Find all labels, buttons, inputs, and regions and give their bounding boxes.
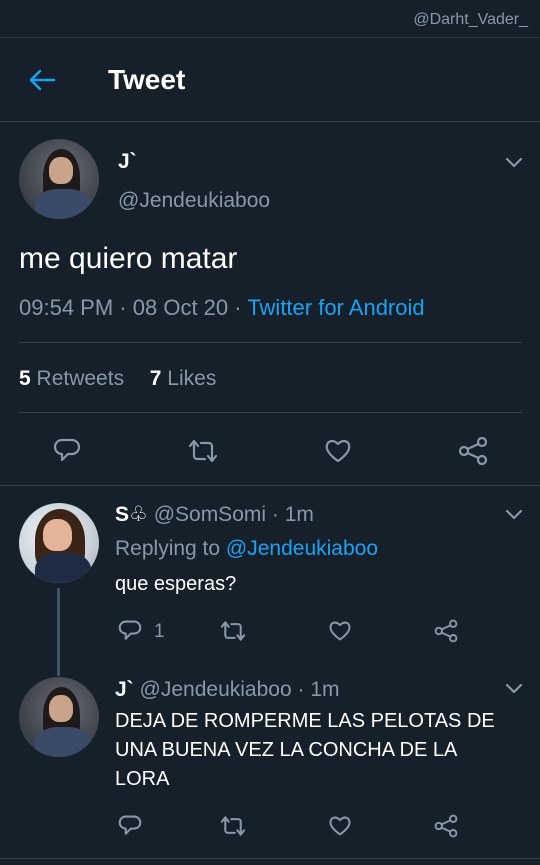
author-handle[interactable]: @Jendeukiaboo	[118, 189, 270, 213]
chevron-down-icon[interactable]	[505, 683, 523, 695]
tweet-source[interactable]: Twitter for Android	[247, 295, 424, 320]
watermark: @Darht_Vader_	[413, 11, 528, 28]
retweet-button[interactable]	[218, 812, 248, 840]
author-handle[interactable]: @Jendeukiaboo	[140, 678, 292, 701]
avatar[interactable]	[19, 677, 99, 757]
like-button[interactable]	[326, 617, 354, 645]
share-icon	[434, 619, 458, 643]
replying-to-handle[interactable]: @Jendeukiaboo	[226, 537, 378, 560]
divider	[0, 858, 540, 859]
reply-header: J` @Jendeukiaboo · 1m	[115, 678, 340, 702]
reply-button[interactable]	[116, 617, 144, 645]
reply-time: 1m	[284, 503, 314, 526]
author-name[interactable]: J`	[118, 150, 137, 174]
likes-stat[interactable]: 7 Likes	[150, 367, 217, 390]
tweet-actions	[0, 430, 540, 470]
author-name[interactable]: S♧	[115, 503, 148, 526]
share-icon	[458, 437, 488, 465]
divider	[19, 412, 522, 413]
meta-separator: ·	[297, 678, 305, 701]
reply-text-line: UNA BUENA VEZ LA CONCHA DE LA	[115, 739, 458, 761]
chevron-down-icon[interactable]	[505, 509, 523, 521]
reply-count: 1	[154, 621, 165, 642]
reply-tweet[interactable]: J` @Jendeukiaboo · 1m DEJA DE ROMPERME L…	[0, 662, 540, 858]
retweet-icon	[220, 621, 246, 641]
tweet-detail-screen: @Darht_Vader_ Tweet J` @Jendeukiaboo me …	[0, 0, 540, 865]
back-arrow-icon	[29, 69, 56, 91]
retweet-button[interactable]	[186, 434, 220, 468]
reply-button[interactable]	[116, 812, 144, 840]
retweets-stat[interactable]: 5 Retweets	[19, 367, 124, 390]
like-icon	[329, 621, 351, 641]
reply-text-line: DEJA DE ROMPERME LAS PELOTAS DE	[115, 710, 495, 732]
retweet-button[interactable]	[218, 617, 248, 645]
watermark-bar: @Darht_Vader_	[0, 0, 540, 38]
reply-icon	[53, 438, 81, 462]
reply-header: S♧ @SomSomi · 1m	[115, 502, 314, 527]
header: Tweet	[0, 38, 540, 122]
share-button[interactable]	[432, 812, 460, 840]
share-icon	[434, 814, 458, 838]
avatar[interactable]	[19, 139, 99, 219]
replying-to: Replying to @Jendeukiaboo	[115, 537, 379, 560]
reply-tweet[interactable]: S♧ @SomSomi · 1m Replying to @Jendeukiab…	[0, 486, 540, 662]
reply-time: 1m	[310, 678, 340, 701]
meta-separator: ·	[271, 503, 279, 526]
retweet-icon	[220, 816, 246, 836]
reply-button[interactable]	[50, 434, 84, 468]
main-tweet: J` @Jendeukiaboo me quiero matar 09:54 P…	[0, 122, 540, 486]
reply-text-line: LORA	[115, 768, 170, 790]
page-title: Tweet	[108, 64, 186, 95]
share-button[interactable]	[456, 434, 490, 468]
author-handle[interactable]: @SomSomi	[154, 503, 266, 526]
share-button[interactable]	[432, 617, 460, 645]
reply-text: DEJA DE ROMPERME LAS PELOTAS DE UNA BUEN…	[115, 707, 495, 794]
meta-separator: ·	[234, 295, 242, 320]
retweet-icon	[188, 439, 218, 463]
like-icon	[329, 816, 351, 836]
meta-separator: ·	[119, 295, 127, 320]
reply-icon	[118, 620, 142, 640]
reply-icon	[118, 815, 142, 835]
back-button[interactable]	[26, 66, 58, 94]
reply-text: que esperas?	[115, 573, 237, 595]
like-icon	[325, 439, 351, 463]
tweet-text: me quiero matar	[19, 242, 238, 275]
like-button[interactable]	[321, 434, 355, 468]
avatar[interactable]	[19, 503, 99, 583]
like-button[interactable]	[326, 812, 354, 840]
divider	[19, 342, 522, 343]
author-name[interactable]: J`	[115, 678, 134, 701]
tweet-date: 08 Oct 20	[132, 295, 229, 320]
tweet-stats: 5 Retweets 7 Likes	[19, 367, 216, 391]
tweet-time: 09:54 PM	[19, 295, 114, 320]
chevron-down-icon[interactable]	[505, 157, 523, 169]
tweet-meta: 09:54 PM · 08 Oct 20 · Twitter for Andro…	[19, 295, 425, 321]
